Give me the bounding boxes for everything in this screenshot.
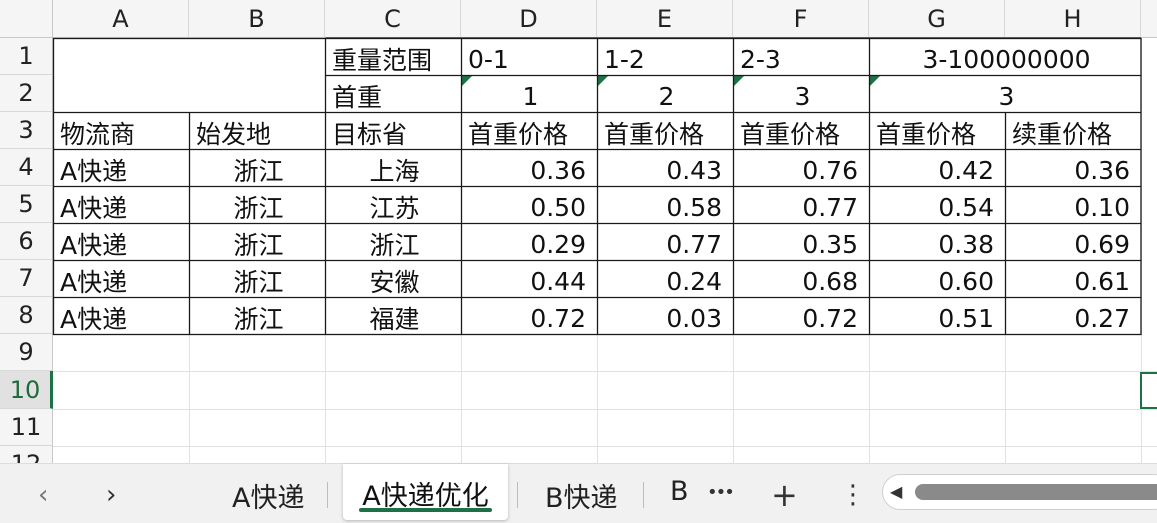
active-cell-selection[interactable] — [1140, 372, 1157, 409]
sheet-tab-b-express[interactable]: B快递 — [545, 476, 618, 515]
sheet-tab-label: B快递 — [545, 483, 618, 514]
spreadsheet-grid[interactable]: A B C D E F G H 1 2 3 4 5 6 7 8 9 10 11 … — [0, 0, 1157, 463]
sheet-tab-a-express-optimized[interactable]: A快递优化 — [343, 464, 508, 520]
sheet-tab-a-express[interactable]: A快递 — [232, 476, 304, 515]
scrollbar-thumb[interactable] — [915, 484, 1157, 500]
active-tab-underline — [359, 508, 492, 512]
tab-separator — [327, 482, 328, 508]
more-sheets-icon[interactable]: ••• — [707, 482, 735, 503]
sheet-tab-label: A快递 — [232, 483, 305, 514]
tab-separator — [517, 482, 518, 508]
sheet-tab-bar: ‹ › A快递 A快递优化 B快递 B ••• + ⋮ ◀ — [0, 463, 1157, 523]
sheet-tab-b-partial[interactable]: B — [670, 476, 690, 507]
chevron-left-icon[interactable]: ‹ — [38, 480, 48, 510]
add-sheet-icon[interactable]: + — [771, 476, 798, 514]
sheet-menu-icon[interactable]: ⋮ — [840, 480, 866, 510]
table-borders — [52, 37, 1142, 336]
tab-separator — [643, 482, 644, 508]
sheet-tab-label: A快递优化 — [362, 481, 489, 512]
sheet-tab-label: B — [670, 476, 689, 507]
chevron-right-icon[interactable]: › — [106, 480, 116, 510]
scroll-left-icon[interactable]: ◀ — [890, 482, 902, 501]
